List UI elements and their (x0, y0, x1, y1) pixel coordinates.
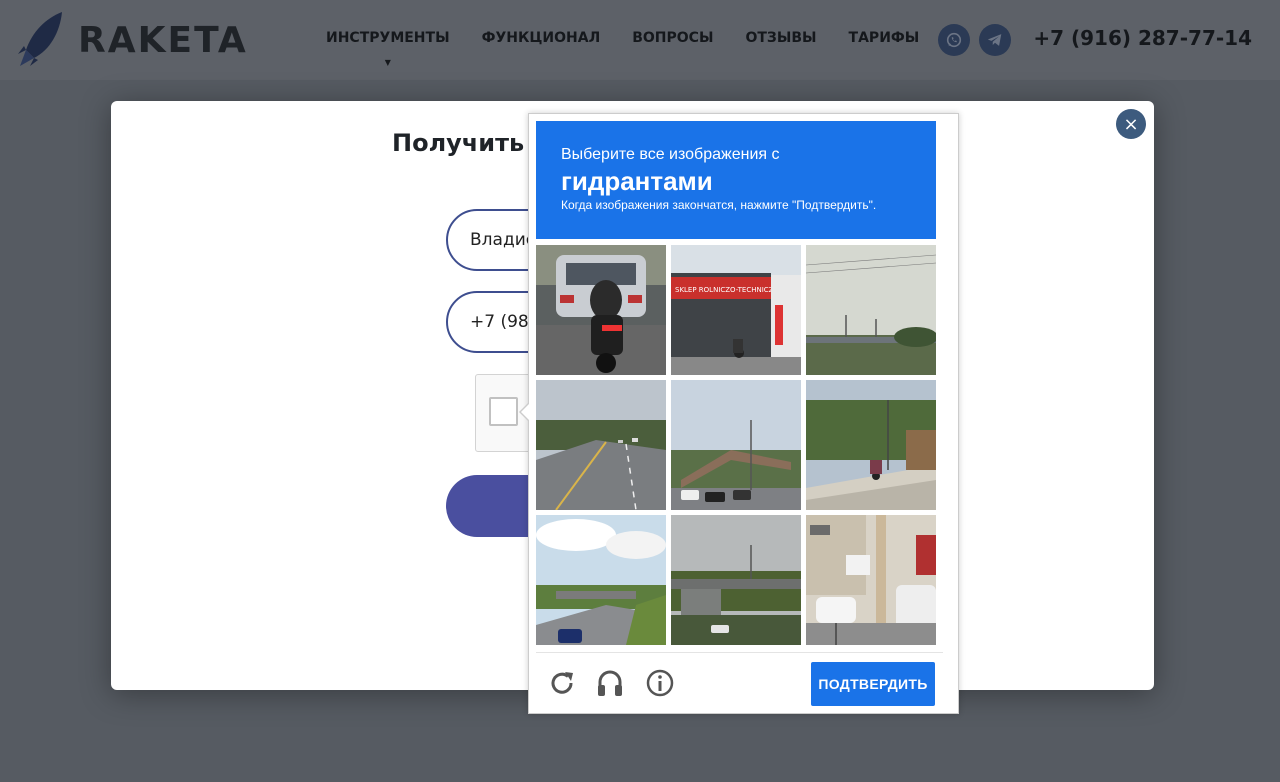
close-icon[interactable]: × (1116, 109, 1146, 139)
whatsapp-icon (946, 32, 962, 48)
nav-item-questions[interactable]: ВОПРОСЫ (632, 30, 713, 46)
audio-icon[interactable] (594, 667, 626, 699)
captcha-tile-3[interactable] (806, 245, 936, 375)
name-value: Владис (470, 230, 536, 250)
nav-item-features[interactable]: ФУНКЦИОНАЛ (482, 30, 601, 46)
info-icon[interactable] (644, 667, 676, 699)
telegram-button[interactable] (979, 24, 1011, 56)
logo-text: RAKETA (78, 19, 248, 61)
captcha-image-grid: SKLEP ROLNICZO-TECHNICZNY (536, 245, 936, 645)
caret-down-icon: ▼ (384, 58, 391, 67)
main-nav: ИНСТРУМЕНТЫ ▼ ФУНКЦИОНАЛ ВОПРОСЫ ОТЗЫВЫ … (310, 30, 935, 67)
nav-item-tools[interactable]: ИНСТРУМЕНТЫ ▼ (326, 30, 450, 67)
captcha-prompt: Выберите все изображения с гидрантами Ко… (536, 121, 936, 239)
captcha-footer: ПОДТВЕРДИТЬ (536, 652, 943, 712)
logo[interactable]: RAKETA (16, 10, 248, 68)
svg-text:SKLEP ROLNICZO-TECHNICZNY: SKLEP ROLNICZO-TECHNICZNY (675, 286, 784, 294)
nav-label: ИНСТРУМЕНТЫ (326, 30, 450, 46)
captcha-tile-9[interactable] (806, 515, 936, 645)
captcha-tile-4[interactable] (536, 380, 666, 510)
nav-item-pricing[interactable]: ТАРИФЫ (849, 30, 920, 46)
recaptcha-checkbox[interactable] (489, 397, 518, 426)
rocket-icon (18, 12, 62, 66)
captcha-tile-1[interactable] (536, 245, 666, 375)
site-header: RAKETA ИНСТРУМЕНТЫ ▼ ФУНКЦИОНАЛ ВОПРОСЫ … (0, 0, 1280, 80)
whatsapp-button[interactable] (938, 24, 970, 56)
captcha-tile-8[interactable] (671, 515, 801, 645)
captcha-tile-6[interactable] (806, 380, 936, 510)
captcha-tile-5[interactable] (671, 380, 801, 510)
modal-title: Получить б (392, 129, 550, 157)
reload-icon[interactable] (546, 667, 578, 699)
captcha-tile-7[interactable] (536, 515, 666, 645)
prompt-keyword: гидрантами (561, 166, 713, 196)
verify-button[interactable]: ПОДТВЕРДИТЬ (811, 662, 935, 706)
prompt-line: Выберите все изображения с (561, 146, 780, 163)
captcha-challenge: Выберите все изображения с гидрантами Ко… (519, 113, 959, 714)
prompt-hint: Когда изображения закончатся, нажмите "П… (561, 198, 877, 212)
header-phone[interactable]: +7 (916) 287-77-14 (1033, 26, 1252, 50)
captcha-tile-2[interactable]: SKLEP ROLNICZO-TECHNICZNY (671, 245, 801, 375)
telegram-icon (987, 34, 1002, 46)
nav-item-reviews[interactable]: ОТЗЫВЫ (745, 30, 816, 46)
